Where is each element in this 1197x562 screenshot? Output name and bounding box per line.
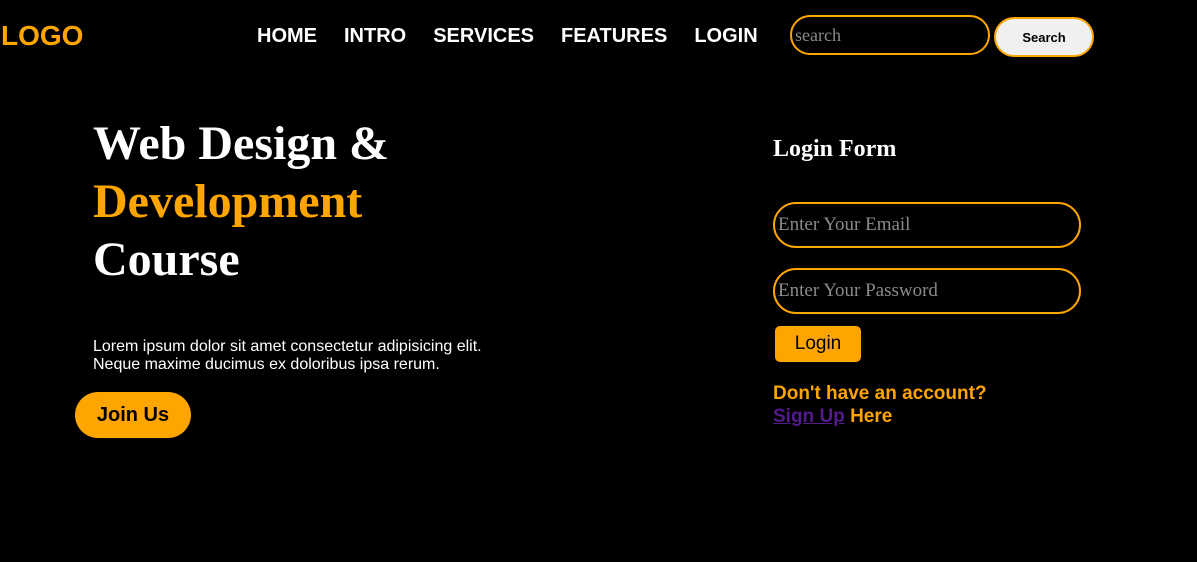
signup-prompt: Don't have an account? Sign Up Here <box>773 382 987 428</box>
hero-title-line-3: Course <box>93 233 240 286</box>
login-form-title: Login Form <box>773 136 897 162</box>
signup-suffix: Here <box>850 406 893 427</box>
hero-description: Lorem ipsum dolor sit amet consectetur a… <box>93 338 513 374</box>
password-field[interactable] <box>773 268 1081 314</box>
main-nav: HOME INTRO SERVICES FEATURES LOGIN <box>257 24 785 48</box>
nav-item-services[interactable]: SERVICES <box>433 24 534 48</box>
sign-up-link[interactable]: Sign Up <box>773 406 845 427</box>
no-account-text: Don't have an account? <box>773 383 987 404</box>
hero-description-line-2: Neque maxime ducimus ex doloribus ipsa r… <box>93 356 440 373</box>
hero-title-accent: Development <box>93 175 363 228</box>
logo: LOGO <box>1 20 84 51</box>
hero-description-line-1: Lorem ipsum dolor sit amet consectetur a… <box>93 338 482 355</box>
hero-title: Web Design & Development Course <box>93 115 389 289</box>
hero-title-line-1: Web Design & <box>93 117 390 170</box>
nav-item-home[interactable]: HOME <box>257 24 317 48</box>
search-input[interactable] <box>790 15 990 55</box>
search-button[interactable]: Search <box>994 17 1094 57</box>
nav-item-intro[interactable]: INTRO <box>344 24 406 48</box>
email-field[interactable] <box>773 202 1081 248</box>
nav-item-login[interactable]: LOGIN <box>694 24 757 48</box>
landing-page: LOGO HOME INTRO SERVICES FEATURES LOGIN … <box>0 0 1197 562</box>
nav-item-features[interactable]: FEATURES <box>561 24 667 48</box>
join-us-button[interactable]: Join Us <box>75 392 191 438</box>
login-button[interactable]: Login <box>775 326 861 362</box>
